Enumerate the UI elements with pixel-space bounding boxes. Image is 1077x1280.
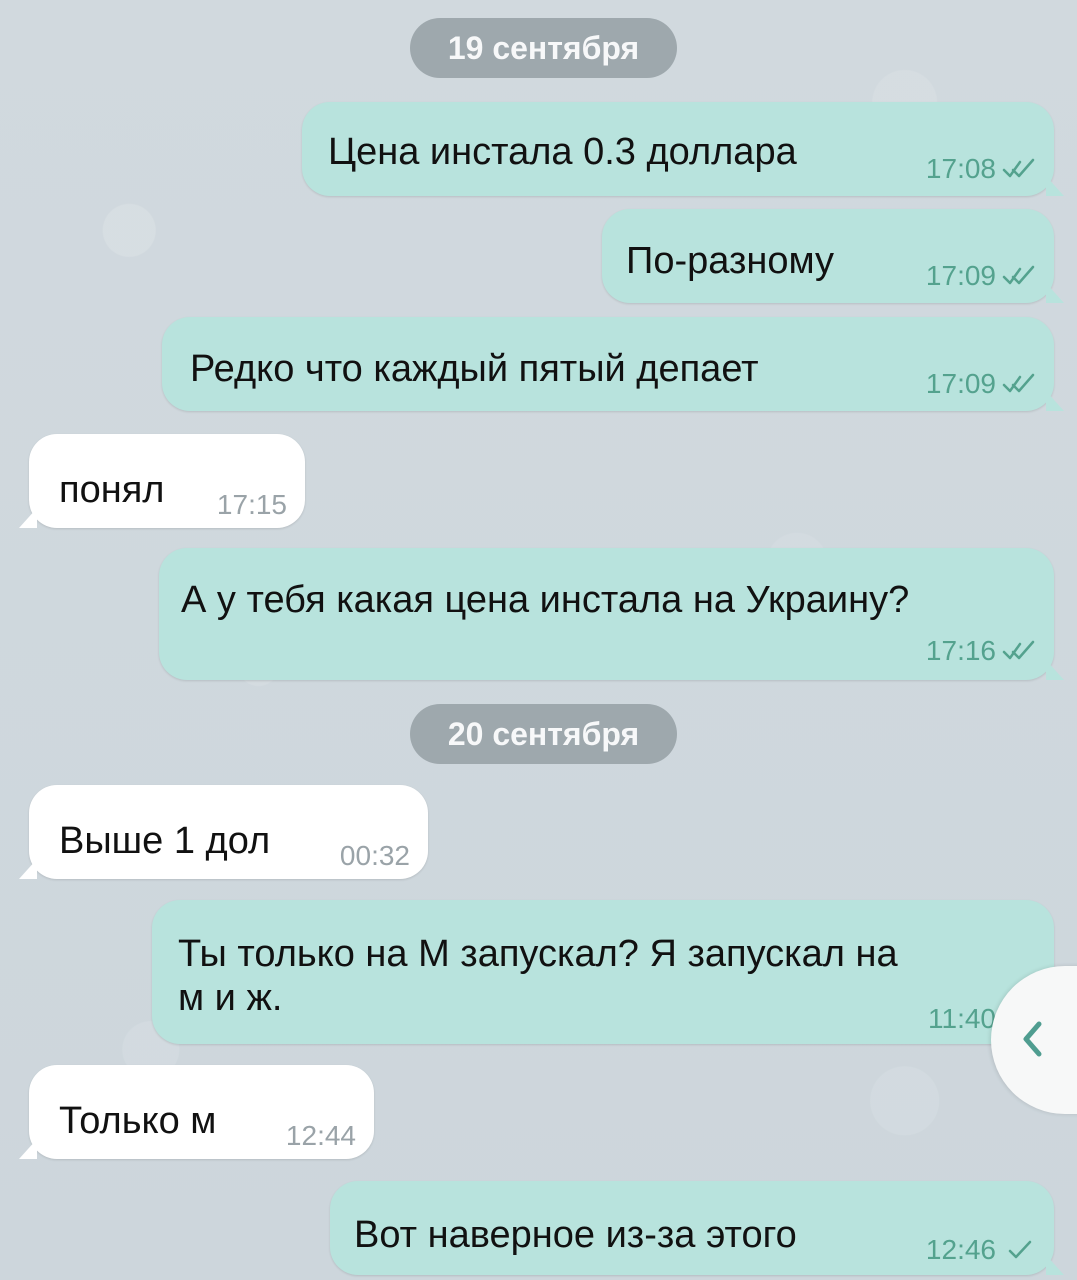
message-text: По-разному (626, 240, 835, 282)
message-time: 11:40 (928, 1003, 996, 1034)
date-label: 20 сентября (447, 716, 640, 752)
message-bubble[interactable]: Ты только на М запускал? Я запускал на м… (152, 900, 1054, 1044)
message-time: 17:16 (925, 635, 996, 666)
message-bubble[interactable]: понял 17:15 (29, 434, 305, 528)
message-meta: 17:16 (926, 636, 1040, 666)
date-divider: 20 сентября (410, 704, 677, 764)
chat-area: 19 сентября Цена инстала 0.3 доллара 17:… (0, 0, 1077, 1280)
message-time: 12:46 (925, 1234, 996, 1265)
message-meta: 17:09 (926, 369, 1040, 399)
double-check-icon (1002, 158, 1035, 178)
message-bubble[interactable]: Вот наверное из-за этого 12:46 (330, 1181, 1054, 1275)
double-check-icon (1002, 373, 1035, 393)
message-meta: 17:09 (926, 261, 1040, 291)
message-text: Цена инстала 0.3 доллара (328, 131, 797, 173)
chevron-left-icon (1023, 1021, 1042, 1057)
double-check-icon (1002, 265, 1035, 285)
message-text: понял (59, 469, 165, 511)
message-time: 17:09 (925, 260, 996, 291)
message-bubble[interactable]: Редко что каждый пятый депает 17:09 (162, 317, 1054, 411)
message-text: Редко что каждый пятый депает (190, 348, 759, 390)
message-bubble[interactable]: Цена инстала 0.3 доллара 17:08 (302, 102, 1054, 196)
message-text: Только м (59, 1100, 217, 1142)
message-text: Выше 1 дол (59, 820, 271, 862)
message-time: 17:09 (925, 368, 996, 399)
message-text: А у тебя какая цена инстала на Украину? (181, 579, 910, 621)
message-meta: 17:15 (217, 490, 287, 520)
message-meta: 17:08 (926, 154, 1040, 184)
message-time: 12:44 (285, 1120, 356, 1151)
date-divider: 19 сентября (410, 18, 677, 78)
message-meta: 12:44 (286, 1121, 356, 1151)
message-time: 17:15 (216, 489, 287, 520)
message-bubble[interactable]: Выше 1 дол 00:32 (29, 785, 428, 879)
message-bubble[interactable]: Только м 12:44 (29, 1065, 374, 1159)
message-text: Вот наверное из-за этого (354, 1214, 797, 1256)
double-check-icon (1002, 640, 1035, 660)
message-text: Ты только на М запускал? Я запускал на м… (178, 933, 898, 1019)
message-time: 00:32 (339, 840, 410, 871)
date-label: 19 сентября (447, 30, 640, 66)
message-bubble[interactable]: А у тебя какая цена инстала на Украину? … (159, 548, 1054, 680)
message-time: 17:08 (925, 153, 996, 184)
check-icon (1008, 1240, 1032, 1259)
message-meta: 00:32 (340, 841, 410, 871)
message-meta: 12:46 (926, 1235, 1040, 1265)
message-bubble[interactable]: По-разному 17:09 (602, 209, 1054, 303)
